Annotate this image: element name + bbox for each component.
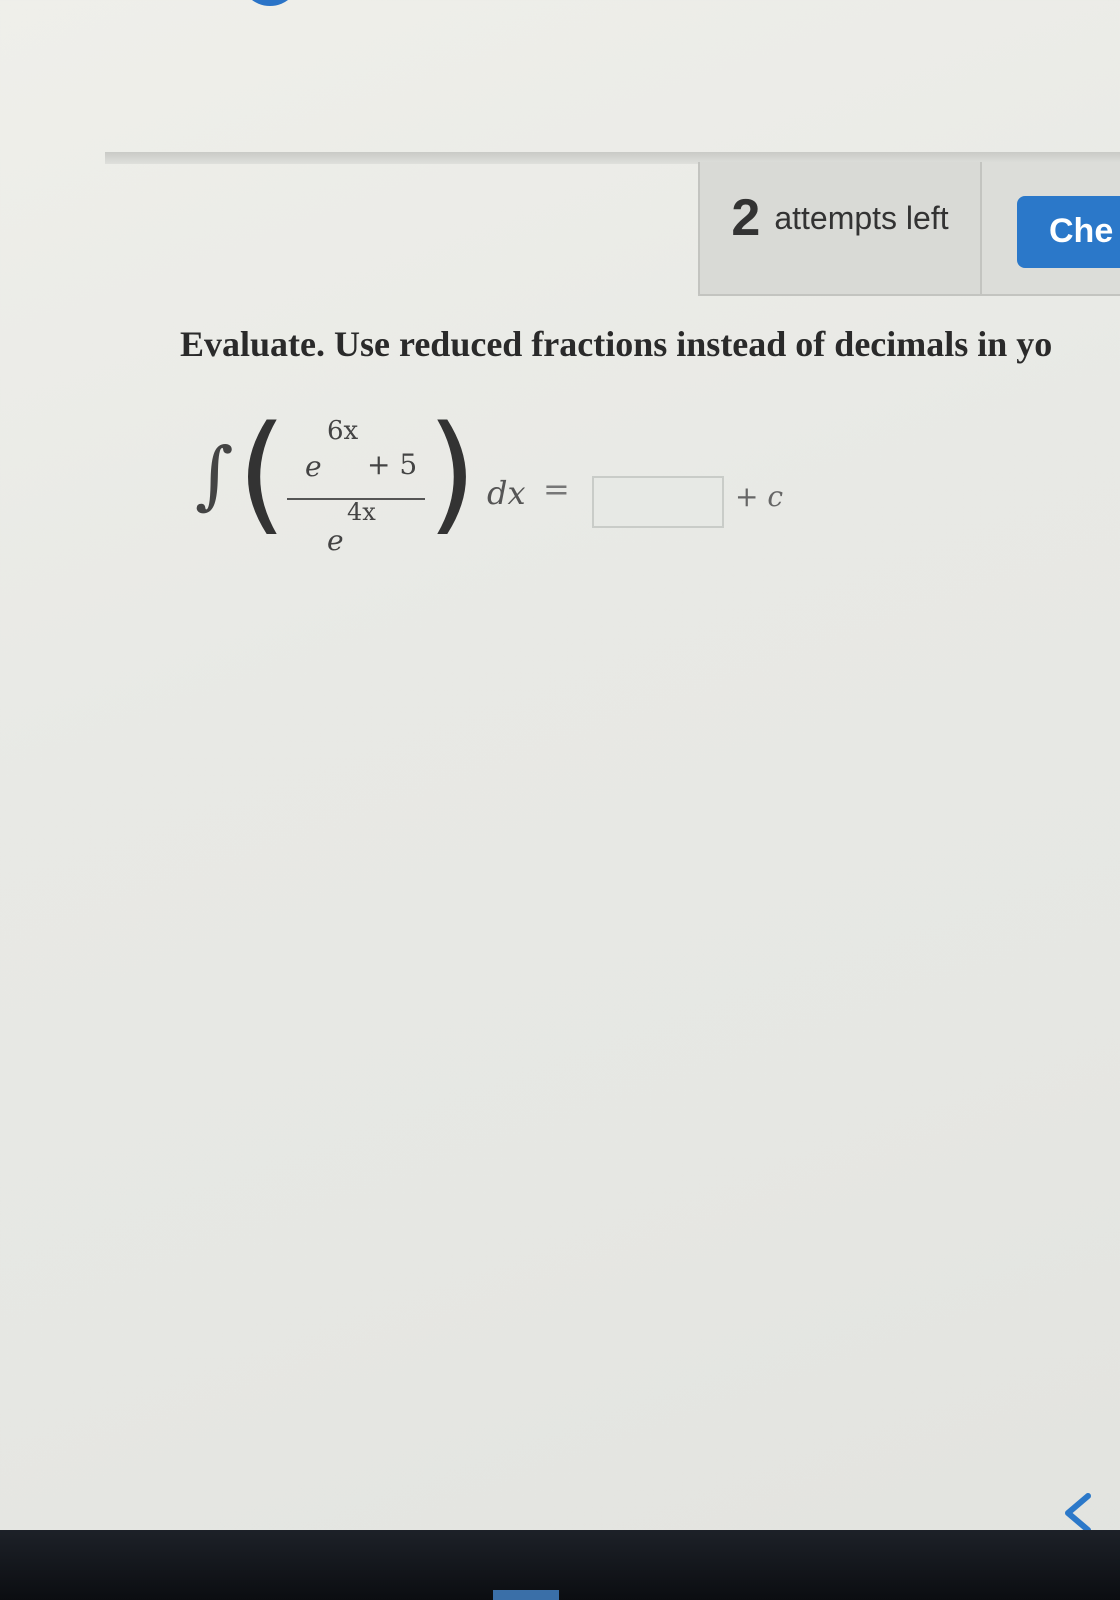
- equals-sign: =: [543, 470, 570, 508]
- top-icon-partial[interactable]: [240, 0, 300, 6]
- answer-input[interactable]: [592, 476, 724, 528]
- numerator-base: e: [305, 450, 322, 483]
- integral-expression: ∫ ( 6x e + 5 4x e ) dx = + c: [195, 410, 835, 570]
- differential: dx: [487, 474, 526, 512]
- attempts-label: attempts left: [774, 199, 949, 236]
- attempts-indicator: 2 attempts left: [698, 162, 982, 296]
- right-parenthesis: ): [427, 399, 477, 548]
- integral-sign: ∫: [195, 432, 234, 518]
- constant-of-integration: + c: [735, 480, 784, 513]
- attempts-count: 2: [731, 189, 761, 247]
- question-instructions: Evaluate. Use reduced fractions instead …: [180, 324, 1053, 364]
- numerator-addend: + 5: [367, 448, 418, 481]
- left-parenthesis: (: [237, 399, 287, 548]
- denominator-base: e: [327, 524, 344, 557]
- page: 2 attempts left Che Evaluate. Use reduce…: [0, 0, 1120, 1533]
- taskbar-indicator: [493, 1590, 559, 1600]
- denominator-exponent: 4x: [347, 498, 376, 526]
- numerator-exponent: 6x: [327, 416, 359, 446]
- check-answer-button[interactable]: Che: [1017, 196, 1120, 268]
- screen-bezel: [0, 1530, 1120, 1600]
